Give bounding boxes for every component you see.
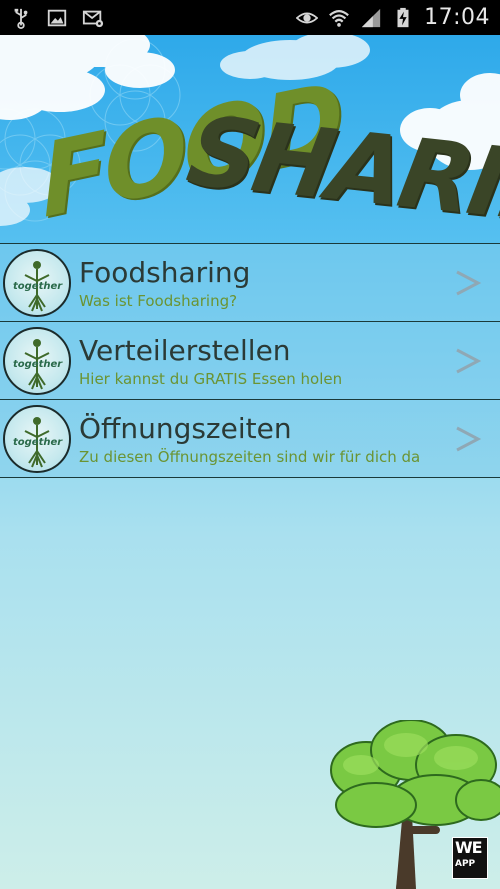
menu-item-subtitle: Zu diesen Öffnungszeiten sind wir für di… — [79, 447, 421, 466]
together-logo-icon: together — [3, 404, 71, 473]
menu-list: together Foodsharing Was ist Foodsharing… — [0, 243, 500, 478]
menu-item-subtitle: Hier kannst du GRATIS Essen holen — [79, 369, 343, 388]
chevron-right-icon — [452, 346, 482, 376]
avatar-together-text: together — [13, 359, 63, 370]
menu-item-title: Öffnungszeiten — [79, 411, 292, 445]
menu-item-title: Foodsharing — [79, 255, 251, 289]
wifi-icon — [328, 7, 350, 29]
avatar-together-text: together — [13, 281, 63, 292]
chevron-right-icon — [452, 424, 482, 454]
weapp-badge-line1: WE — [455, 838, 483, 857]
status-clock: 17:04 — [424, 5, 490, 30]
mail-settings-icon — [82, 7, 104, 29]
battery-charging-icon — [392, 7, 414, 29]
chevron-right-icon — [452, 268, 482, 298]
image-icon — [46, 7, 68, 29]
weapp-badge-line2: APP — [455, 859, 476, 869]
usb-icon — [10, 7, 32, 29]
menu-item-verteilerstellen[interactable]: together Verteilerstellen Hier kannst du… — [0, 322, 500, 400]
together-logo-icon: together — [3, 326, 71, 395]
avatar-together-text: together — [13, 437, 63, 448]
menu-item-foodsharing[interactable]: together Foodsharing Was ist Foodsharing… — [0, 244, 500, 322]
together-logo-icon: together — [3, 248, 71, 317]
weapp-badge: WE APP — [452, 837, 488, 879]
app-screen: 17:04 FOOD SHARING together Foodsharing … — [0, 0, 500, 889]
status-bar: 17:04 — [0, 0, 500, 35]
menu-item-title: Verteilerstellen — [79, 333, 291, 367]
clouds-background — [0, 35, 500, 243]
signal-icon — [360, 7, 382, 29]
menu-item-subtitle: Was ist Foodsharing? — [79, 291, 238, 310]
eye-icon — [296, 7, 319, 29]
header-banner: FOOD SHARING — [0, 35, 500, 243]
menu-item-oeffnungszeiten[interactable]: together Öffnungszeiten Zu diesen Öffnun… — [0, 400, 500, 478]
